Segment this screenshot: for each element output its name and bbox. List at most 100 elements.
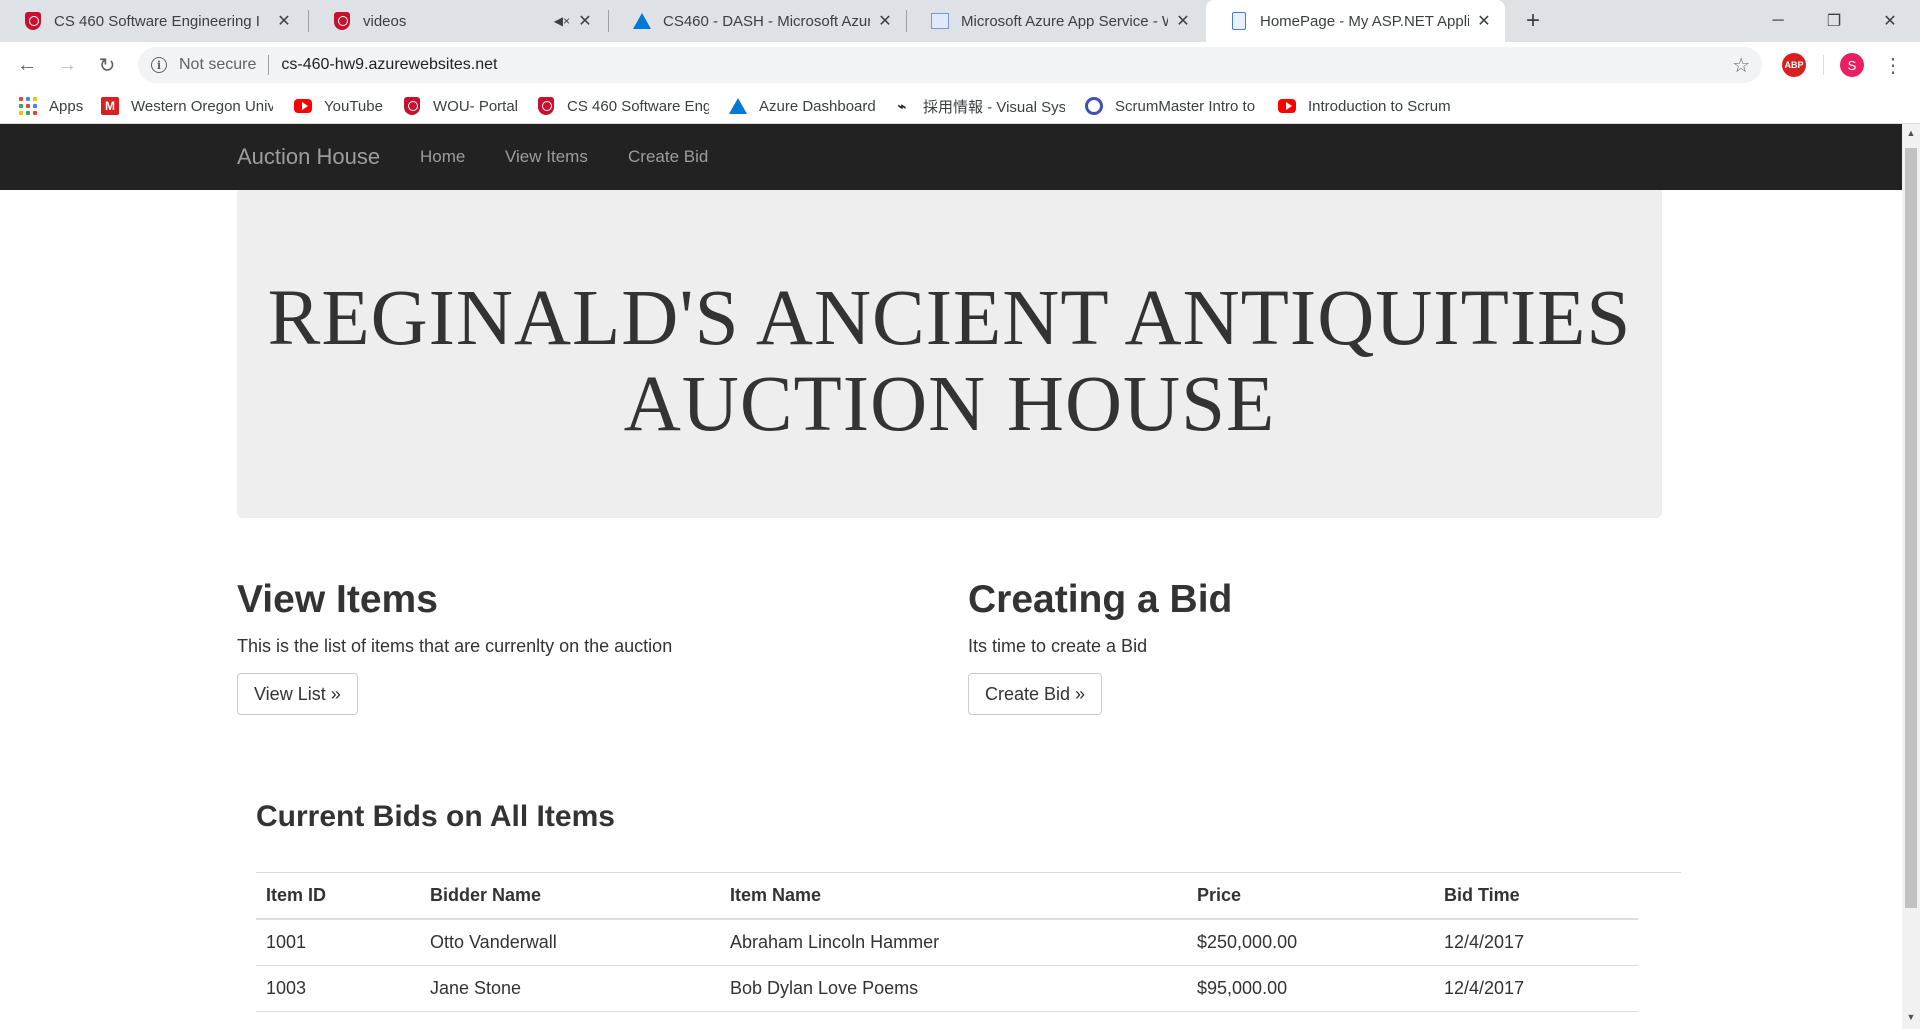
tab-azure-app-service[interactable]: Microsoft Azure App Service - Welcome ✕ — [907, 0, 1204, 42]
new-tab-button[interactable]: + — [1520, 7, 1546, 34]
table-row: 1001 Otto Vanderwall Abraham Lincoln Ham… — [256, 919, 1638, 966]
bookmark-label: WOU- Portal — [433, 97, 519, 115]
cell-bid-time: 12/4/2017 — [1434, 965, 1638, 1012]
azure-icon — [633, 12, 651, 30]
close-tab-icon[interactable]: ✕ — [576, 12, 594, 30]
bookmark-star-icon[interactable]: ☆ — [1732, 53, 1750, 78]
reload-icon[interactable]: ↻ — [92, 50, 122, 80]
bookmark-apps[interactable]: Apps — [19, 88, 87, 124]
wou-shield-icon — [537, 97, 555, 115]
tab-title: videos — [363, 12, 407, 30]
youtube-icon — [1278, 97, 1296, 115]
bookmark-label: Apps — [49, 97, 84, 115]
security-status[interactable]: Not secure — [179, 56, 256, 74]
site-navbar: Auction House Home View Items Create Bid — [0, 124, 1902, 190]
tab-title: HomePage - My ASP.NET Application — [1260, 12, 1469, 30]
toolbar-divider — [1823, 55, 1824, 75]
azure-app-service-icon — [931, 12, 949, 30]
speaker-muted-icon[interactable]: ◀× — [554, 14, 570, 28]
tab-azure-dash[interactable]: CS460 - DASH - Microsoft Azure ✕ — [609, 0, 906, 42]
close-window-button[interactable]: ✕ — [1862, 0, 1918, 42]
cell-price: $95,000.00 — [1187, 965, 1434, 1012]
cell-bid-time: 12/4/2017 — [1434, 919, 1638, 966]
bookmark-scrummaster[interactable]: ScrumMaster Intro to Scrum — [1085, 88, 1257, 124]
column-header-item-name: Item Name — [720, 873, 1187, 920]
view-list-button[interactable]: View List » — [237, 673, 358, 715]
cell-item-id: 1003 — [256, 965, 420, 1012]
bookmark-wou-portal[interactable]: WOU- Portal — [403, 88, 521, 124]
wou-m-icon: M — [101, 97, 119, 115]
info-icon[interactable]: i — [151, 57, 167, 73]
bookmark-label: CS 460 Software Engineering — [567, 97, 709, 115]
tab-title: CS460 - DASH - Microsoft Azure — [663, 12, 870, 30]
wou-shield-icon — [333, 12, 351, 30]
profile-avatar[interactable]: S — [1840, 53, 1864, 77]
address-divider — [268, 55, 270, 75]
cell-bidder-name: Otto Vanderwall — [420, 919, 720, 966]
bookmark-label: 採用情報 - Visual Systems — [923, 98, 1065, 116]
address-bar[interactable]: i Not secure cs-460-hw9.azurewebsites.ne… — [138, 47, 1762, 83]
create-bid-button[interactable]: Create Bid » — [968, 673, 1103, 715]
column-header-price: Price — [1187, 873, 1434, 920]
tab-strip: CS 460 Software Engineering I ✕ videos ◀… — [0, 0, 1920, 42]
column-header-bidder-name: Bidder Name — [420, 873, 720, 920]
bookmark-western-oregon-university[interactable]: M Western Oregon University — [101, 88, 273, 124]
bookmark-azure-dashboard[interactable]: Azure Dashboard — [729, 88, 877, 124]
view-items-text: This is the list of items that are curre… — [237, 636, 673, 656]
azure-icon — [729, 97, 747, 115]
bids-section-title: Current Bids on All Items — [256, 800, 615, 833]
tab-title: Microsoft Azure App Service - Welcome — [961, 12, 1168, 30]
close-tab-icon[interactable]: ✕ — [1174, 12, 1192, 30]
bookmark-label: ScrumMaster Intro to Scrum — [1115, 97, 1257, 115]
table-row: 1003 Jane Stone Bob Dylan Love Poems $95… — [256, 965, 1638, 1012]
wou-shield-icon — [403, 97, 421, 115]
nav-view-items[interactable]: View Items — [505, 147, 588, 167]
browser-toolbar: ← → ↻ i Not secure cs-460-hw9.azurewebsi… — [0, 42, 1920, 88]
bookmark-introduction-to-scrum[interactable]: Introduction to Scrum — [1278, 88, 1450, 124]
page-icon — [1230, 12, 1248, 30]
tab-cs460-software-engineering[interactable]: CS 460 Software Engineering I ✕ — [0, 0, 305, 42]
bookmark-label: YouTube — [324, 97, 383, 115]
back-icon[interactable]: ← — [12, 50, 42, 80]
column-header-bid-time: Bid Time — [1434, 873, 1638, 920]
visual-systems-icon: ⌁ — [897, 97, 907, 114]
cell-item-id: 1001 — [256, 919, 420, 966]
scroll-up-arrow-icon[interactable]: ▲ — [1905, 128, 1917, 142]
tab-homepage-active[interactable]: HomePage - My ASP.NET Application ✕ — [1206, 0, 1505, 42]
bookmark-visual-systems[interactable]: ⌁ 採用情報 - Visual Systems — [893, 88, 1065, 124]
nav-home[interactable]: Home — [420, 147, 465, 167]
url-text[interactable]: cs-460-hw9.azurewebsites.net — [281, 56, 497, 74]
column-header-item-id: Item ID — [256, 873, 420, 920]
table-header-row: Item ID Bidder Name Item Name Price Bid … — [256, 873, 1638, 920]
bookmarks-bar: Apps M Western Oregon University YouTube… — [0, 88, 1920, 124]
bookmark-cs460-software-engineering[interactable]: CS 460 Software Engineering — [537, 88, 709, 124]
tab-videos[interactable]: videos ◀× ✕ — [309, 0, 606, 42]
scrollbar-thumb[interactable] — [1905, 148, 1917, 908]
site-brand[interactable]: Auction House — [237, 144, 380, 170]
creating-bid-text: Its time to create a Bid — [968, 636, 1148, 656]
more-menu-icon[interactable]: ⋮ — [1880, 52, 1906, 78]
bookmark-youtube[interactable]: YouTube — [294, 88, 394, 124]
creating-bid-heading: Creating a Bid — [968, 578, 1233, 621]
bids-table: Item ID Bidder Name Item Name Price Bid … — [256, 873, 1638, 1012]
tab-title: CS 460 Software Engineering I — [54, 12, 260, 30]
page-title: REGINALD'S ANCIENT ANTIQUITIES AUCTION H… — [267, 275, 1632, 448]
cell-bidder-name: Jane Stone — [420, 965, 720, 1012]
jumbotron: REGINALD'S ANCIENT ANTIQUITIES AUCTION H… — [237, 190, 1662, 518]
forward-icon[interactable]: → — [52, 50, 82, 80]
q-icon — [1085, 97, 1103, 115]
cell-price: $250,000.00 — [1187, 919, 1434, 966]
bookmark-label: Introduction to Scrum — [1308, 97, 1450, 115]
nav-create-bid[interactable]: Create Bid — [628, 147, 708, 167]
youtube-icon — [294, 97, 312, 115]
adblock-plus-icon[interactable]: ABP — [1782, 53, 1806, 77]
scroll-down-arrow-icon[interactable]: ▼ — [1905, 1012, 1917, 1026]
restore-button[interactable]: ❐ — [1806, 0, 1862, 42]
apps-grid-icon — [19, 97, 37, 115]
close-tab-icon[interactable]: ✕ — [1475, 12, 1493, 30]
view-items-heading: View Items — [237, 578, 438, 621]
close-tab-icon[interactable]: ✕ — [876, 12, 894, 30]
cell-item-name: Bob Dylan Love Poems — [720, 965, 1187, 1012]
minimize-button[interactable]: ─ — [1750, 0, 1806, 42]
close-tab-icon[interactable]: ✕ — [275, 12, 293, 30]
